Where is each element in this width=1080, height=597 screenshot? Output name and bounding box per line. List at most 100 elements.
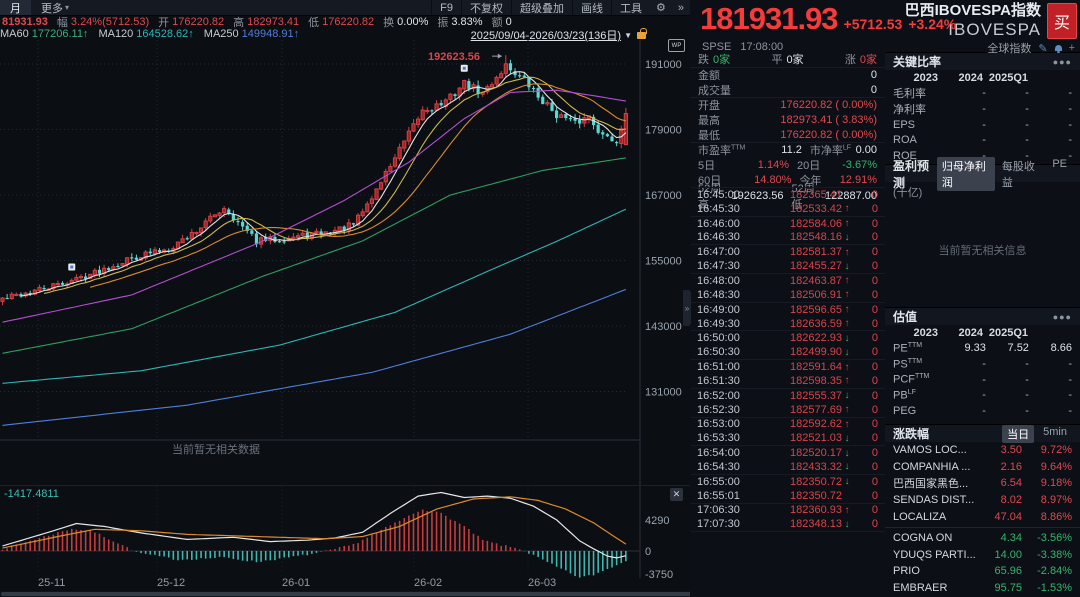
tick-volume: 0 [852,476,878,488]
column-header: 2023 [893,72,938,84]
candle-body [537,88,540,98]
table-row: ROA--- [885,132,1080,148]
forecast-tab-PE[interactable]: PE [1047,157,1072,191]
close-icon[interactable]: ✕ [670,488,683,501]
mover-row[interactable]: EMBRAER95.75-1.53% [885,580,1080,597]
cell-value: - [1029,358,1072,370]
candle-body [61,283,64,285]
tick-price: 182348.13 [790,518,842,530]
ma-value: 177206.11↑ [32,28,89,40]
stat-value: 0 [506,16,512,28]
cell-value: - [1029,374,1072,386]
cell-value: - [1029,134,1072,146]
cell-value: - [986,119,1029,131]
valuation-section: 估值 ●●● 202320242025Q1PETTM9.337.528.66PS… [885,307,1080,419]
mover-row[interactable]: 巴西国家黑色...6.549.18% [885,475,1080,492]
snapshot-value: 14.80% [739,174,791,186]
tab-period-month[interactable]: 月 [0,0,31,15]
candlestick-chart[interactable]: 1910001790001670001550001430001310001926… [0,40,690,485]
movers-tabs: 当日5min [1002,425,1072,443]
gear-icon[interactable]: ⚙ [650,1,672,14]
tick-volume: 0 [852,346,878,358]
mover-change-pct: -3.38% [1022,549,1072,561]
forecast-tab-每股收益[interactable]: 每股收益 [997,157,1045,191]
column-header: 2025Q1 [983,327,1028,339]
candle-body [597,125,600,133]
tick-row: 16:54:00182520.17↓0 [690,445,885,460]
stat-value: 176220.82 [322,16,374,28]
snapshot-value: 11.2 [750,144,802,156]
toolbar-item-4[interactable]: 工具 [611,0,650,15]
mover-row[interactable]: LOCALIZA47.048.86% [885,508,1080,525]
tick-volume: 0 [852,390,878,402]
cell-value: - [986,374,1029,386]
x-axis-label: 26-01 [282,577,310,589]
tick-row: 17:06:30182360.93↑0 [690,503,885,518]
candle-body [135,258,138,260]
candle-body [204,221,207,228]
macd-value-label: -1417.4811 [4,488,59,500]
tick-volume: 0 [852,404,878,416]
macd-chart[interactable]: 42900-3750 [0,486,690,578]
row-label: EPS [893,119,943,131]
cell-value: - [986,87,1029,99]
tick-volume: 0 [852,304,878,316]
stat-value: 176220.82 [172,16,224,28]
edit-icon[interactable]: ✎ [1038,42,1047,55]
buy-button[interactable]: 买 [1047,3,1077,39]
mover-row[interactable]: COMPANHIA ...2.169.64% [885,459,1080,476]
tick-time: 16:46:00 [697,218,749,230]
arrow-down-icon: ↓ [842,390,852,401]
price-change-pct: +3.24% [908,16,956,32]
tick-row: 16:55:01182350.720 [690,489,885,503]
mover-row[interactable]: SENDAS DIST...8.028.97% [885,492,1080,509]
mover-row[interactable]: PRIO65.96-2.84% [885,563,1080,580]
forecast-tab-归母净利润[interactable]: 归母净利润 [937,157,995,191]
candle-body [440,103,443,105]
mover-price: 2.16 [978,461,1022,473]
watchlist-row: 全球指数 ✎ + [930,40,1075,56]
candle-body [504,64,507,74]
toolbar-item-2[interactable]: 超级叠加 [511,0,572,15]
breadth-cell: 涨 [845,51,856,67]
mover-row[interactable]: YDUQS PARTI...14.00-3.38% [885,547,1080,564]
candle-body [181,239,184,243]
event-marker-dot [70,265,73,268]
cell-value: - [986,358,1029,370]
y-axis-tick: 4290 [645,515,669,527]
add-watchlist-icon[interactable]: + [1069,42,1075,54]
ma-line-MA20 [90,84,626,287]
tab-more[interactable]: 更多▾ [31,0,79,15]
mover-row[interactable]: COGNA ON4.34-3.56% [885,527,1080,547]
snapshot-row: 开盘176220.82 ( 0.00%) [690,97,885,113]
toolbar-overflow-icon[interactable]: » [672,2,690,14]
table-row: PEG--- [885,403,1080,419]
candle-body [218,213,221,216]
tick-row: 16:47:30182455.27↓0 [690,259,885,273]
column-header: 2024 [938,327,983,339]
movers-tab-5min[interactable]: 5min [1038,425,1072,443]
candle-body [518,75,521,76]
toolbar-item-1[interactable]: 不复权 [461,0,511,15]
unlock-icon[interactable] [637,32,646,39]
snapshot-table: 跌0家平0家涨0家金额0成交量0开盘176220.82 ( 0.00%)最高18… [690,52,885,203]
movers-tab-当日[interactable]: 当日 [1002,425,1034,443]
tick-volume: 0 [852,189,878,201]
mover-row[interactable]: VAMOS LOC...3.509.72% [885,442,1080,459]
time-sales-list[interactable]: 16:45:00182365.41016:45:30182533.42↑016:… [690,187,885,534]
alert-bell-icon[interactable] [1055,45,1062,51]
candle-body [1,298,4,301]
panel-collapse-handle[interactable]: » [683,290,691,326]
tick-time: 16:55:00 [697,476,749,488]
tick-price: 182596.65 [790,304,842,316]
high-annotation: 192623.56 [428,51,480,63]
more-menu-icon[interactable]: ●●● [1053,312,1072,322]
candle-body [398,147,401,158]
candle-body [500,74,503,78]
chart-pane: 月 更多▾ F9不复权超级叠加画线工具 ⚙ » 81931.93幅3.24%(5… [0,0,691,597]
more-menu-icon[interactable]: ●●● [1053,57,1072,67]
tick-row: 16:52:00182555.37↓0 [690,388,885,403]
candle-body [38,287,41,290]
toolbar-item-3[interactable]: 画线 [572,0,611,15]
y-axis-tick: 191000 [645,59,682,71]
